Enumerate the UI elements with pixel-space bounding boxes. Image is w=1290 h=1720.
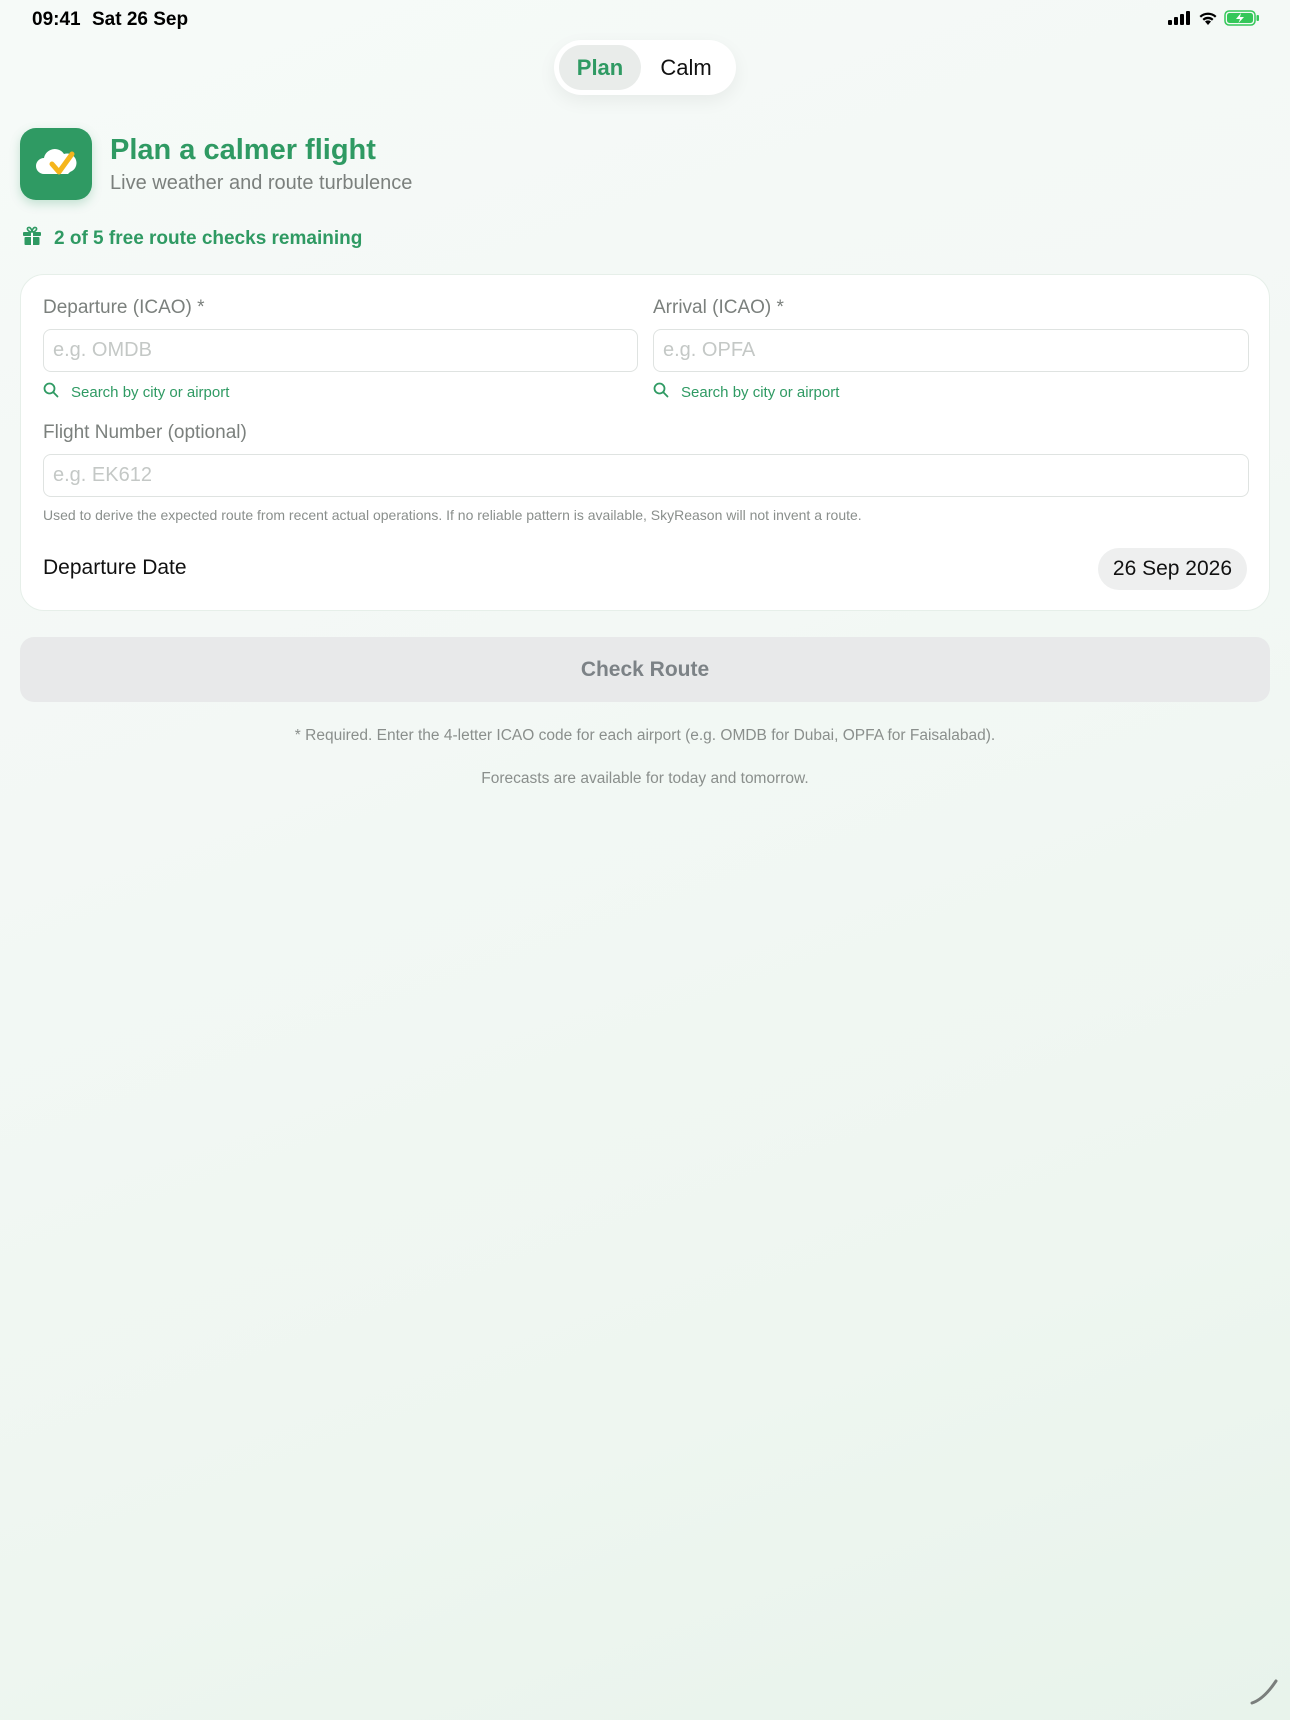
status-date: Sat 26 Sep (92, 9, 189, 30)
free-checks-banner: 2 of 5 free route checks remaining (22, 226, 362, 251)
flight-number-label: Flight Number (optional) (43, 422, 247, 443)
departure-date-picker[interactable]: 26 Sep 2026 (1097, 548, 1247, 590)
status-icons (1168, 10, 1260, 26)
check-route-button[interactable]: Check Route (20, 637, 1270, 702)
segment-calm[interactable]: Calm (641, 45, 731, 90)
arrival-label: Arrival (ICAO) * (653, 297, 784, 318)
departure-label: Departure (ICAO) * (43, 297, 205, 318)
departure-input[interactable] (43, 329, 638, 372)
search-icon (43, 382, 59, 403)
segment-plan[interactable]: Plan (559, 45, 641, 90)
app-logo (20, 128, 92, 200)
cloud-check-icon (32, 142, 80, 187)
wifi-icon (1198, 11, 1218, 26)
pencil-scribble-icon (1244, 1669, 1284, 1714)
mode-segmented-control: Plan Calm (554, 40, 736, 95)
battery-charging-icon (1224, 10, 1260, 26)
departure-search-link[interactable]: Search by city or airport (43, 382, 229, 403)
arrival-input[interactable] (653, 329, 1249, 372)
flight-number-help: Used to derive the expected route from r… (43, 507, 862, 523)
cellular-signal-icon (1168, 11, 1192, 25)
flight-number-input[interactable] (43, 454, 1249, 497)
required-footnote: * Required. Enter the 4-letter ICAO code… (294, 727, 996, 744)
page-subtitle: Live weather and route turbulence (110, 172, 413, 194)
route-form-card: Departure (ICAO) * Search by city or air… (20, 274, 1270, 611)
status-time: 09:41 (32, 9, 81, 30)
page-title: Plan a calmer flight (110, 134, 376, 166)
arrival-search-link-text: Search by city or airport (681, 384, 840, 401)
forecast-footnote: Forecasts are available for today and to… (481, 770, 809, 787)
status-bar: 09:41 Sat 26 Sep (0, 0, 1290, 42)
departure-date-label: Departure Date (43, 556, 187, 579)
departure-search-link-text: Search by city or airport (71, 384, 230, 401)
free-checks-text: 2 of 5 free route checks remaining (54, 227, 363, 249)
arrival-search-link[interactable]: Search by city or airport (653, 382, 839, 403)
search-icon (653, 382, 669, 403)
gift-icon (22, 226, 42, 251)
